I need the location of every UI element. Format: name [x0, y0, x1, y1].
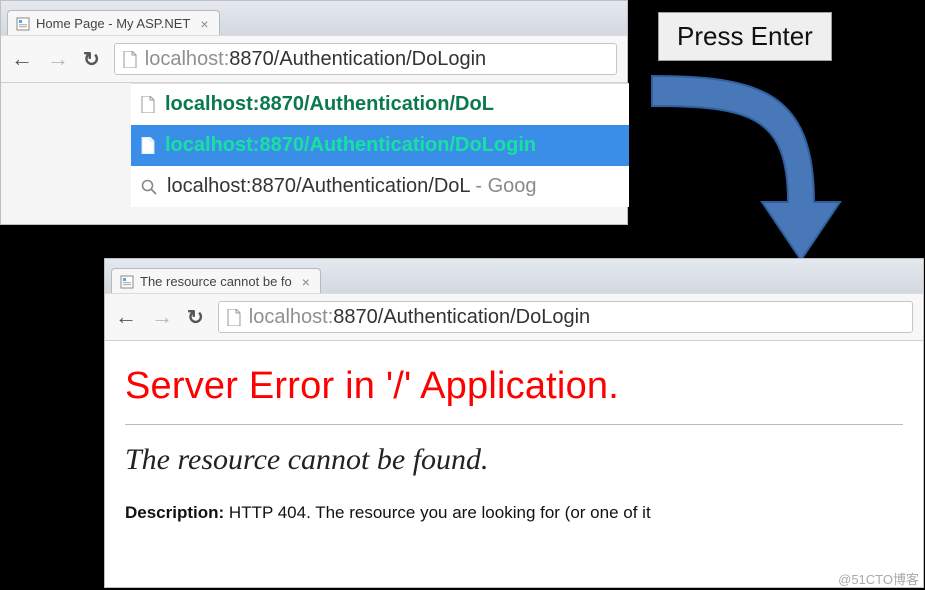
url-path: 8870/Authentication/DoLogin	[229, 48, 486, 70]
suggestion-item[interactable]: localhost:8870/Authentication/DoL	[131, 84, 629, 125]
reload-button[interactable]: ↻	[187, 305, 204, 330]
error-heading: Server Error in '/' Application.	[125, 365, 903, 408]
back-button[interactable]: ←	[11, 46, 33, 72]
suggestion-text: localhost:8870/Authentication/DoL	[165, 93, 494, 116]
close-icon[interactable]: ×	[200, 17, 208, 31]
page-content: Server Error in '/' Application. The res…	[105, 341, 923, 523]
error-description: Description: HTTP 404. The resource you …	[125, 503, 903, 523]
address-bar[interactable]: localhost:8870/Authentication/DoLogin	[114, 43, 617, 75]
browser-window-after: The resource cannot be fo × ← → ↻ localh…	[104, 258, 924, 588]
forward-button: →	[47, 46, 69, 72]
divider	[125, 424, 903, 425]
toolbar: ← → ↻ localhost:8870/Authentication/DoLo…	[105, 293, 923, 341]
watermark: @51CTO博客	[838, 569, 919, 588]
close-icon[interactable]: ×	[302, 275, 310, 289]
url-host: localhost:	[145, 48, 230, 70]
description-body: HTTP 404. The resource you are looking f…	[224, 503, 650, 522]
favicon-icon	[16, 17, 30, 31]
omnibox-suggestions: localhost:8870/Authentication/DoL localh…	[131, 83, 629, 207]
url-text: localhost:8870/Authentication/DoLogin	[145, 48, 486, 71]
url-text: localhost:8870/Authentication/DoLogin	[249, 306, 590, 329]
suggestion-text: localhost:8870/Authentication/DoL - Goog	[167, 175, 537, 198]
tab-strip: Home Page - My ASP.NET ×	[1, 1, 627, 35]
url-path: 8870/Authentication/DoLogin	[333, 306, 590, 328]
description-label: Description:	[125, 503, 224, 522]
suggestion-item-selected[interactable]: localhost:8870/Authentication/DoLogin	[131, 125, 629, 166]
browser-tab[interactable]: The resource cannot be fo ×	[111, 268, 321, 293]
forward-button: →	[151, 304, 173, 330]
tab-title: The resource cannot be fo	[140, 274, 292, 289]
arrow-icon	[640, 52, 870, 272]
address-bar[interactable]: localhost:8870/Authentication/DoLogin	[218, 301, 913, 333]
page-icon	[141, 96, 155, 113]
error-subheading: The resource cannot be found.	[125, 443, 903, 477]
tab-title: Home Page - My ASP.NET	[36, 16, 190, 31]
browser-tab[interactable]: Home Page - My ASP.NET ×	[7, 10, 220, 35]
toolbar: ← → ↻ localhost:8870/Authentication/DoLo…	[1, 35, 627, 83]
page-icon	[123, 51, 137, 68]
suggestion-text: localhost:8870/Authentication/DoLogin	[165, 134, 536, 157]
page-icon	[141, 137, 155, 154]
url-host: localhost:	[249, 306, 334, 328]
reload-button[interactable]: ↻	[83, 47, 100, 72]
back-button[interactable]: ←	[115, 304, 137, 330]
tab-strip: The resource cannot be fo ×	[105, 259, 923, 293]
browser-window-before: Home Page - My ASP.NET × ← → ↻ localhost…	[0, 0, 628, 225]
search-icon	[141, 179, 157, 195]
favicon-icon	[120, 275, 134, 289]
page-icon	[227, 309, 241, 326]
suggestion-item[interactable]: localhost:8870/Authentication/DoL - Goog	[131, 166, 629, 207]
